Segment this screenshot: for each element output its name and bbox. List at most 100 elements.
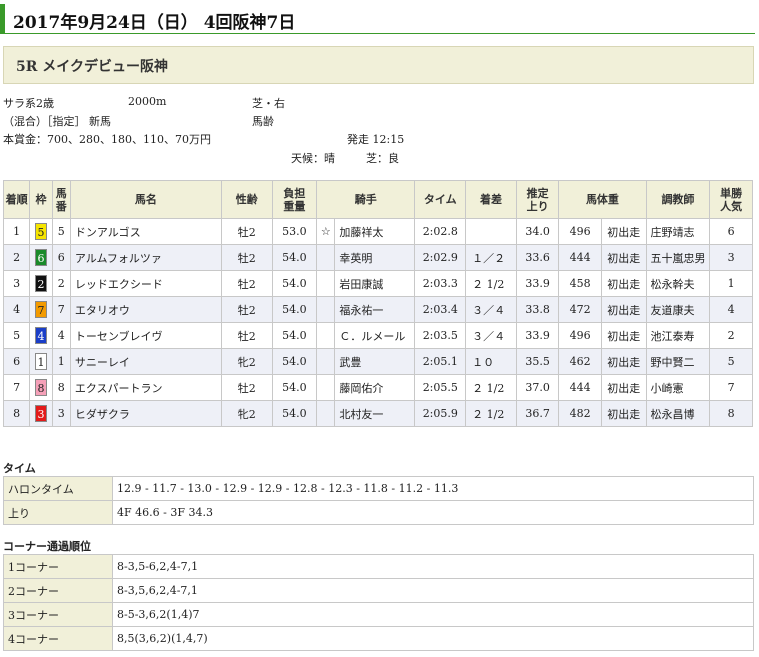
sex-age: 牡2: [220, 218, 273, 245]
pos-cell: 8: [2, 400, 31, 427]
sex-age: 牡2: [220, 322, 273, 349]
weight-rule: 馬齢: [252, 115, 274, 128]
apprentice-mark: [316, 374, 336, 401]
corner-section-title: コーナー通過順位: [3, 540, 91, 553]
waku-cell: 4: [29, 322, 53, 349]
pos-cell: 7: [2, 374, 31, 401]
header-popularity: 単勝人気: [709, 180, 753, 219]
header-horse: 馬名: [69, 180, 222, 219]
finish-time: 2:03.4: [414, 296, 467, 323]
body-weight: 482: [558, 400, 602, 427]
carried-weight: 54.0: [271, 270, 318, 297]
margin: ２ 1/2: [465, 400, 517, 427]
popularity: 4: [709, 296, 753, 323]
popularity: 3: [709, 244, 753, 271]
weight-diff: 初出走: [600, 374, 647, 401]
horse-name: エタリオウ: [69, 296, 222, 323]
carried-weight: 54.0: [271, 400, 318, 427]
sex-age: 牡2: [220, 270, 273, 297]
pos-cell: 5: [2, 322, 31, 349]
header-pos: 着順: [2, 180, 31, 219]
margin: ２ 1/2: [465, 270, 517, 297]
furlong-label: ハロンタイム: [3, 476, 113, 501]
weight-diff: 初出走: [600, 296, 647, 323]
result-row: 3 2 2 レッドエクシード 牡2 54.0 岩田康誠 2:03.3 ２ 1/2 33.9 458 初…: [2, 270, 753, 297]
result-row: 7 8 8 エクスパートラン 牡2 54.0 藤岡佑介 2:05.5 ２ 1/2 37.0 444 初…: [2, 374, 753, 401]
margin: １０: [465, 348, 517, 375]
waku-cell: 1: [29, 348, 53, 375]
waku-badge: 4: [34, 327, 47, 344]
num-cell: 4: [51, 322, 71, 349]
horse-name: アルムフォルツァ: [69, 244, 222, 271]
weather: 天候：晴: [291, 152, 335, 165]
weight-diff: 初出走: [600, 270, 647, 297]
margin: [465, 218, 517, 245]
page-title: 2017年9月24日（日） 4回阪神7日: [13, 13, 296, 33]
last-3f: 33.9: [515, 270, 560, 297]
header-body-weight: 馬体重: [558, 180, 647, 219]
trainer-name: 松永昌博: [645, 400, 711, 427]
race-surface: 芝・右: [252, 97, 285, 110]
results-table: 着順 枠 馬番 馬名 性齢 負担重量 騎手 タイム 着差 推定上り 馬体重 調教…: [2, 180, 753, 427]
apprentice-mark: ☆: [316, 218, 336, 245]
finish-time: 2:02.8: [414, 218, 467, 245]
result-row: 1 5 5 ドンアルゴス 牡2 53.0 ☆ 加藤祥太 2:02.8 34.0 496 初出走 庄野靖志…: [2, 218, 753, 245]
sex-age: 牝2: [220, 348, 273, 375]
finish-time: 2:02.9: [414, 244, 467, 271]
margin: １／２: [465, 244, 517, 271]
apprentice-mark: [316, 270, 336, 297]
carried-weight: 54.0: [271, 244, 318, 271]
num-cell: 1: [51, 348, 71, 375]
carried-weight: 53.0: [271, 218, 318, 245]
result-row: 8 3 3 ヒダザクラ 牝2 54.0 北村友一 2:05.9 ２ 1/2 36.7 482 初出走松…: [2, 400, 753, 427]
num-cell: 7: [51, 296, 71, 323]
horse-name: レッドエクシード: [69, 270, 222, 297]
horse-name: ヒダザクラ: [69, 400, 222, 427]
corner-label: 1コーナー: [3, 554, 113, 579]
header-weight: 負担重量: [271, 180, 318, 219]
trainer-name: 野中賢二: [645, 348, 711, 375]
last-3f: 33.9: [515, 322, 560, 349]
popularity: 7: [709, 374, 753, 401]
body-weight: 444: [558, 374, 602, 401]
finish-time: 2:05.5: [414, 374, 467, 401]
trainer-name: 小崎憲: [645, 374, 711, 401]
waku-cell: 3: [29, 400, 53, 427]
header-time: タイム: [414, 180, 467, 219]
corner-label: 3コーナー: [3, 602, 113, 627]
weight-diff: 初出走: [600, 244, 647, 271]
weight-diff: 初出走: [600, 400, 647, 427]
header-last3f: 推定上り: [515, 180, 560, 219]
furlong-times: 12.9 - 11.7 - 13.0 - 12.9 - 12.9 - 12.8 …: [112, 476, 754, 501]
corner-order: 8-5-3,6,2(1,4)7: [112, 602, 754, 627]
jockey-name: 北村友一: [334, 400, 416, 427]
popularity: 6: [709, 218, 753, 245]
last-3f: 36.7: [515, 400, 560, 427]
finish-time: 2:05.9: [414, 400, 467, 427]
prize-money: 本賞金：700、280、180、110、70万円: [3, 133, 211, 146]
waku-badge: 1: [34, 353, 47, 370]
popularity: 2: [709, 322, 753, 349]
carried-weight: 54.0: [271, 322, 318, 349]
trainer-name: 五十嵐忠男: [645, 244, 711, 271]
horse-name: トーセンブレイヴ: [69, 322, 222, 349]
header-margin: 着差: [465, 180, 517, 219]
pos-cell: 2: [2, 244, 31, 271]
sex-age: 牝2: [220, 400, 273, 427]
last-3f: 37.0: [515, 374, 560, 401]
carried-weight: 54.0: [271, 348, 318, 375]
finish-time: 2:05.1: [414, 348, 467, 375]
agari-times: 4F 46.6 - 3F 34.3: [112, 500, 754, 525]
header-num: 馬番: [51, 180, 71, 219]
header-waku: 枠: [29, 180, 53, 219]
jockey-name: 岩田康誠: [334, 270, 416, 297]
jockey-name: 加藤祥太: [334, 218, 416, 245]
body-weight: 458: [558, 270, 602, 297]
pos-cell: 1: [2, 218, 31, 245]
body-weight: 496: [558, 218, 602, 245]
sex-age: 牡2: [220, 244, 273, 271]
time-table: ハロンタイム 12.9 - 11.7 - 13.0 - 12.9 - 12.9 …: [3, 476, 754, 525]
corner-order: 8-3,5,6,2,4-7,1: [112, 578, 754, 603]
race-class: サラ系2歳: [3, 97, 54, 110]
corner-label: 4コーナー: [3, 626, 113, 651]
